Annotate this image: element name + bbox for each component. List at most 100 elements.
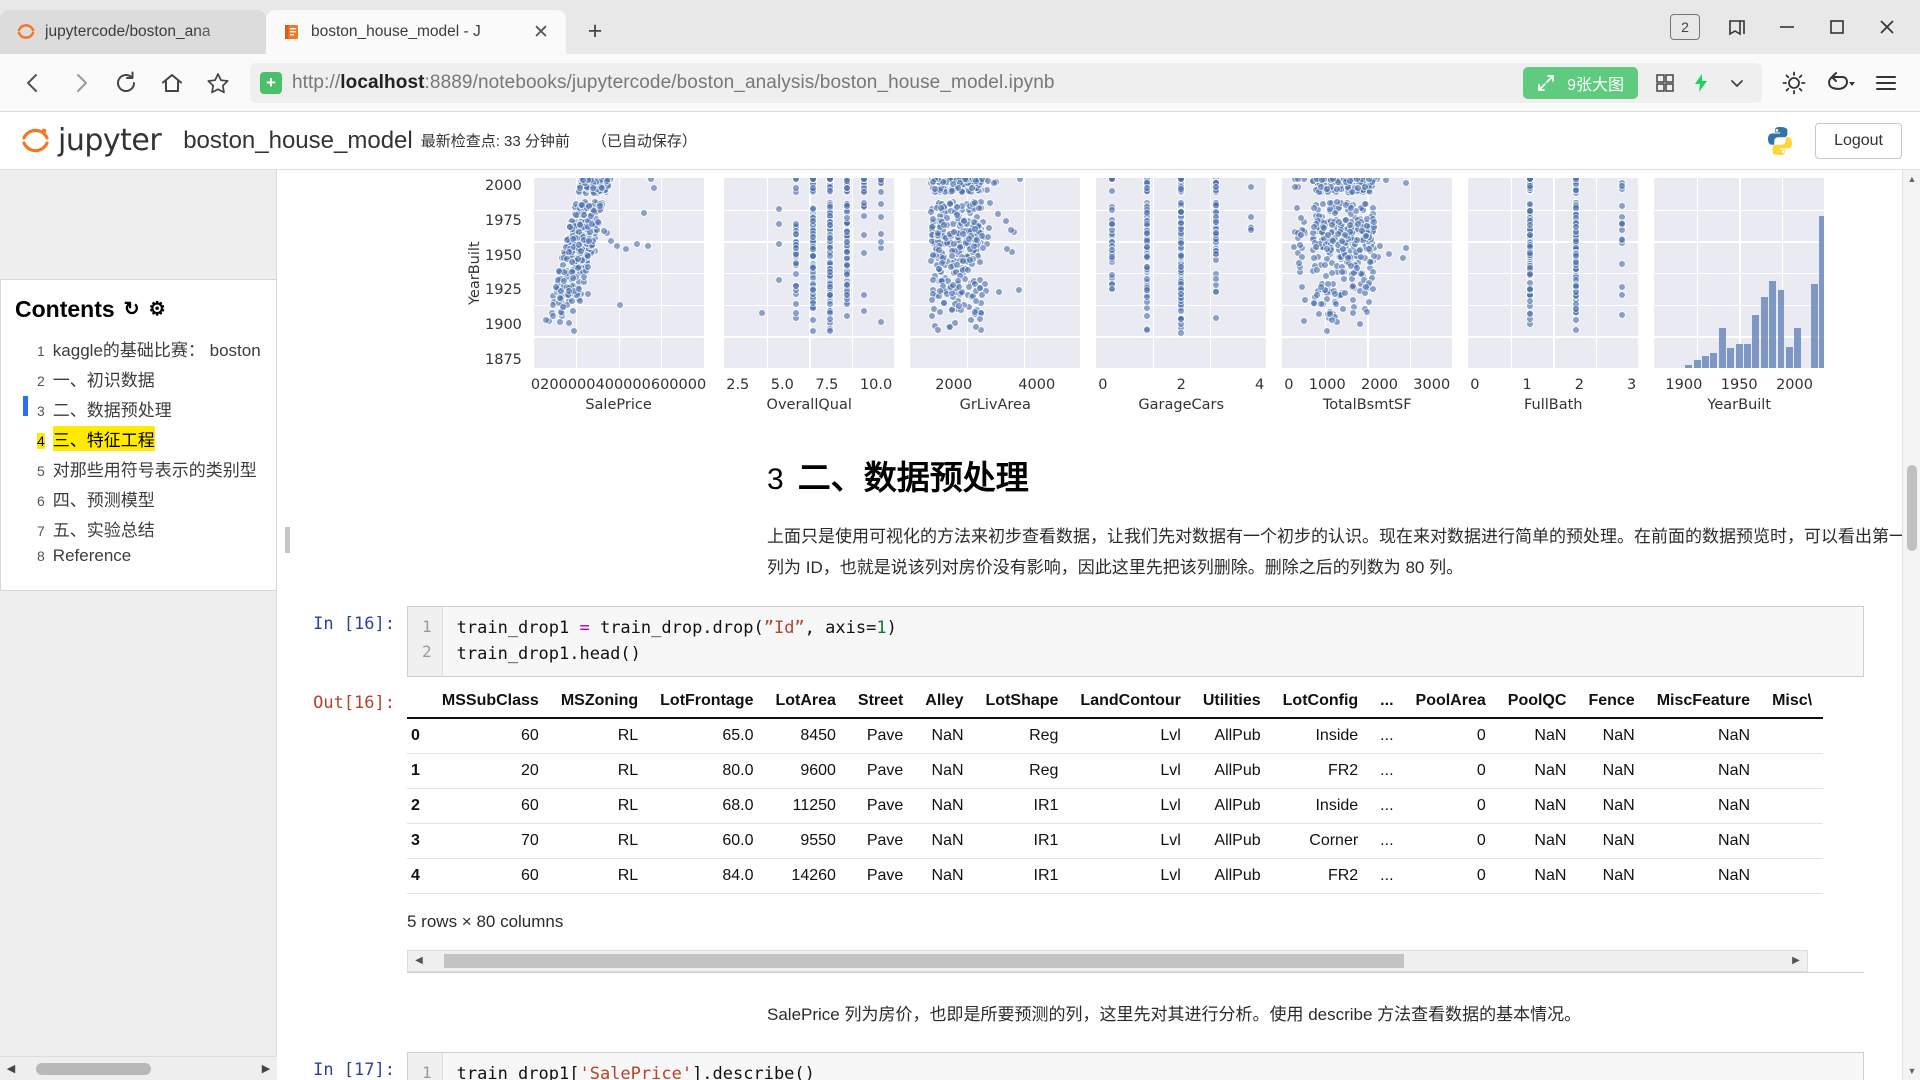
table-row[interactable]: 0 60 RL 65.0 8450 Pave NaN Reg Lvl AllPu… <box>407 718 1824 754</box>
scroll-right-icon[interactable]: ▶ <box>1785 951 1807 971</box>
gridline-v <box>1023 178 1025 368</box>
lightning-icon[interactable] <box>1684 66 1718 100</box>
dataframe-output[interactable]: MSSubClass MSZoning LotFrontage LotArea … <box>407 684 1864 973</box>
table-scroll-track[interactable] <box>430 951 1785 971</box>
code-cell-17[interactable]: In [17]: 1 train_drop1['SalePrice'].desc… <box>297 1052 1920 1080</box>
scroll-left-icon[interactable]: ◀ <box>0 1057 22 1080</box>
brightness-icon[interactable] <box>1772 61 1816 105</box>
tab-count-badge[interactable]: 2 <box>1670 14 1700 40</box>
table-scroll-thumb[interactable] <box>444 953 1404 968</box>
data-point <box>584 251 593 260</box>
data-point <box>1211 274 1220 283</box>
data-point <box>1142 183 1151 192</box>
toc-item-4[interactable]: 4 三、特征工程 <box>15 423 262 453</box>
code-editor[interactable]: 1 2 train_drop1 = train_drop.drop(”Id”, … <box>407 605 1864 677</box>
markdown-cell-saleprice[interactable]: SalePrice 列为房价，也即是所要预测的列，这里先对其进行分析。使用 de… <box>297 999 1920 1030</box>
toc-item-3[interactable]: 3 二、数据预处理 <box>15 393 262 423</box>
toc-scroll-thumb[interactable] <box>36 1062 151 1075</box>
scroll-left-icon[interactable]: ◀ <box>408 951 430 971</box>
table-row[interactable]: 2 60 RL 68.0 11250 Pave NaN IR1 Lvl AllP… <box>407 788 1824 824</box>
menu-icon[interactable] <box>1864 61 1908 105</box>
page-scrollbar[interactable]: ▲ ▼ <box>1902 170 1920 1080</box>
toc-horizontal-scrollbar[interactable]: ◀ ▶ <box>0 1056 277 1080</box>
notebook-name[interactable]: boston_house_model <box>183 127 413 155</box>
gear-icon[interactable]: ⚙ <box>149 300 166 319</box>
toc-scroll-track[interactable] <box>22 1057 255 1080</box>
data-point <box>808 327 817 336</box>
toc-item-number: 8 <box>37 547 45 564</box>
close-icon[interactable]: ✕ <box>530 21 552 43</box>
data-point <box>876 237 885 246</box>
data-point <box>1316 282 1325 291</box>
chevron-down-icon[interactable] <box>1720 66 1754 100</box>
reload-icon[interactable] <box>104 61 148 105</box>
scroll-up-icon[interactable]: ▲ <box>1903 170 1920 188</box>
data-point <box>976 258 985 267</box>
code-cell-16[interactable]: In [16]: 1 2 train_drop1 = train_drop.dr… <box>297 605 1920 677</box>
toc-item-number: 6 <box>37 492 45 509</box>
browser-tab-0[interactable]: jupytercode/boston_ana <box>0 10 266 54</box>
table-row[interactable]: 3 70 RL 60.0 9550 Pave NaN IR1 Lvl AllPu… <box>407 823 1824 859</box>
data-point <box>791 308 800 317</box>
new-tab-button[interactable]: + <box>576 12 614 50</box>
undo-icon[interactable] <box>1818 61 1862 105</box>
maximize-button[interactable] <box>1814 7 1860 47</box>
data-point <box>1107 246 1116 255</box>
home-icon[interactable] <box>150 61 194 105</box>
data-point <box>1142 292 1151 301</box>
data-point <box>1369 218 1378 227</box>
table-row[interactable]: 4 60 RL 84.0 14260 Pave NaN IR1 Lvl AllP… <box>407 858 1824 894</box>
data-point <box>1364 245 1373 254</box>
data-point <box>985 224 994 233</box>
close-window-button[interactable] <box>1864 7 1910 47</box>
data-point <box>1142 243 1151 252</box>
table-row[interactable]: 1 20 RL 80.0 9600 Pave NaN Reg Lvl AllPu… <box>407 753 1824 789</box>
data-point <box>964 265 973 274</box>
gridline-h <box>910 336 1081 338</box>
back-icon[interactable] <box>12 61 56 105</box>
x-axis-ticks: 0 200000 400000 600000 <box>530 377 707 393</box>
y-axis-ticks: 2000 1975 1950 1925 1900 1875 <box>485 178 529 368</box>
data-point <box>825 234 834 243</box>
data-point <box>585 236 594 245</box>
data-point <box>965 235 973 243</box>
collections-icon[interactable] <box>1714 7 1760 47</box>
logout-button[interactable]: Logout <box>1815 122 1902 159</box>
toc-item-6[interactable]: 6 四、预测模型 <box>15 483 262 513</box>
notebook-icon <box>285 25 298 39</box>
toc-item-1[interactable]: 1 kaggle的基础比赛： boston <box>15 333 262 363</box>
toc-item-8[interactable]: 8 Reference <box>15 543 262 568</box>
autosave-status: （已自动保存） <box>591 133 697 150</box>
toc-item-2[interactable]: 2 一、初识数据 <box>15 363 262 393</box>
data-point <box>859 199 868 208</box>
table-horizontal-scrollbar[interactable]: ◀ ▶ <box>407 949 1808 972</box>
minimize-button[interactable] <box>1764 7 1810 47</box>
code-editor[interactable]: 1 train_drop1['SalePrice'].describe() <box>407 1052 1864 1080</box>
browser-tab-title: boston_house_model - J <box>311 23 481 40</box>
refresh-icon[interactable]: ↻ <box>124 300 140 319</box>
forward-icon[interactable] <box>58 61 102 105</box>
toc-item-5[interactable]: 5 对那些用符号表示的类别型 <box>15 453 262 483</box>
page-scroll-thumb[interactable] <box>1907 465 1917 551</box>
scroll-right-icon[interactable]: ▶ <box>255 1057 277 1080</box>
x-axis-label: SalePrice <box>585 397 652 413</box>
scroll-down-icon[interactable]: ▼ <box>1903 1062 1920 1080</box>
histogram-bar <box>1735 343 1743 368</box>
browser-tab-1[interactable]: boston_house_model - J ✕ <box>266 10 566 54</box>
qr-icon[interactable] <box>1648 66 1682 100</box>
big-picture-button[interactable]: 9张大图 <box>1523 66 1638 99</box>
histogram-bar <box>1769 281 1777 368</box>
markdown-cell-intro[interactable]: 3 二、数据预处理 上面只是使用可视化的方法来初步查看数据，让我们先对数据有一个初… <box>297 451 1920 584</box>
cell-drag-handle[interactable] <box>285 527 290 553</box>
histogram-bar <box>1727 348 1735 368</box>
x-axis-label: GarageCars <box>1138 397 1225 413</box>
data-point <box>876 188 885 197</box>
jupyter-logo[interactable]: jupyter <box>18 123 162 159</box>
x-axis-label: GrLivArea <box>959 397 1031 413</box>
url-bar[interactable]: + http://localhost:8889/notebooks/jupyte… <box>250 62 1762 103</box>
toc-item-label: 一、初识数据 <box>52 370 155 390</box>
column-header: LotShape <box>974 684 1070 719</box>
star-icon[interactable] <box>196 61 240 105</box>
toc-item-7[interactable]: 7 五、实验总结 <box>15 513 262 543</box>
data-point <box>1331 300 1340 309</box>
